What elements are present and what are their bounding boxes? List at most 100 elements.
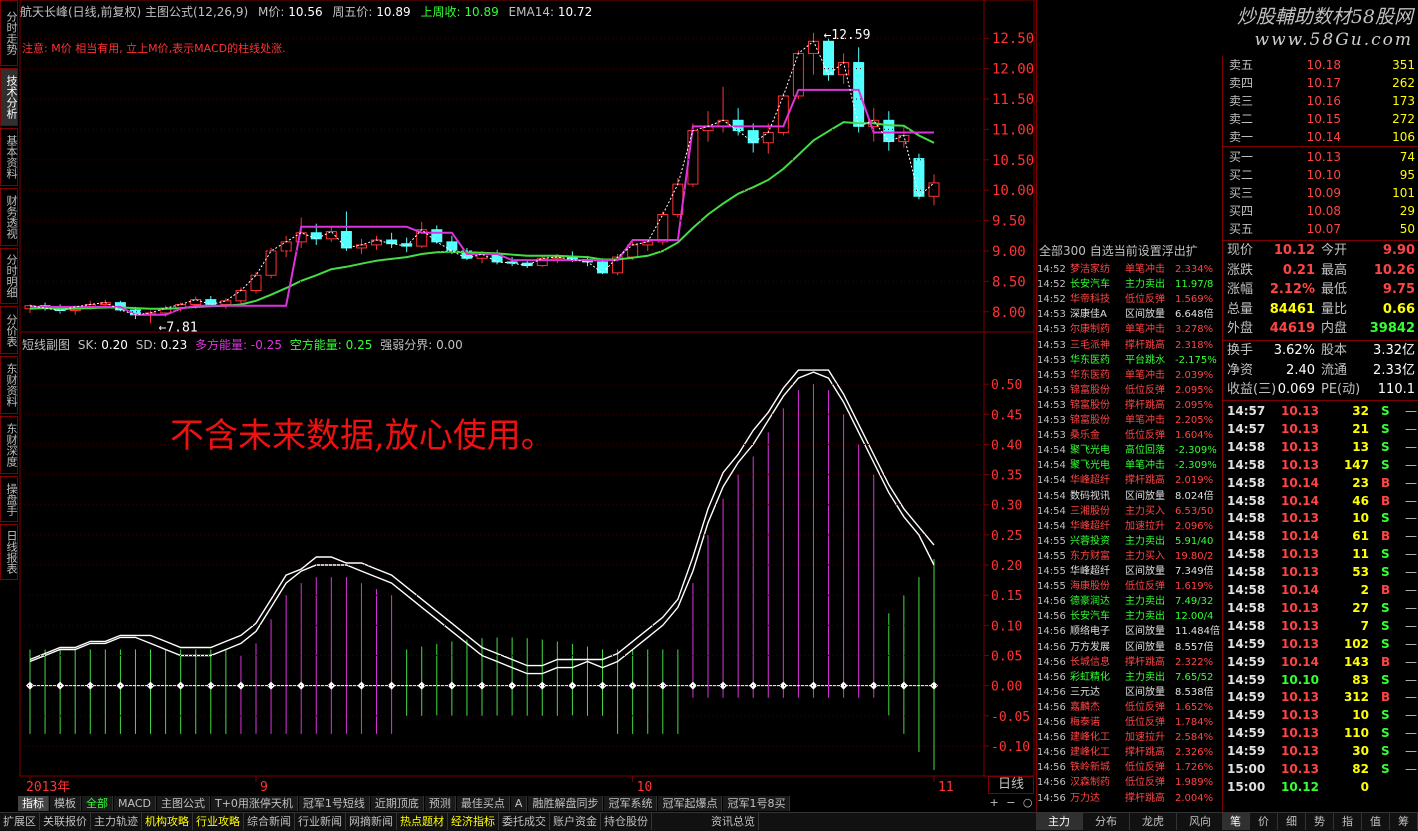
indicator-tab-1[interactable]: 模板 (50, 796, 81, 811)
bottom-tab-1[interactable]: 关联报价 (40, 813, 91, 830)
left-tab-0[interactable]: 分时走势 (0, 0, 18, 66)
bottom-tab-2[interactable]: 主力轨迹 (91, 813, 142, 830)
tick-row[interactable]: 14:58 10.13 7 S — (1223, 617, 1418, 635)
bottom-tab-6[interactable]: 行业新闻 (295, 813, 346, 830)
scanner-tab-3[interactable]: 风向 (1177, 813, 1222, 830)
ask-row[interactable]: 卖二 10.15 272 (1223, 110, 1418, 128)
tick-row[interactable]: 15:00 10.12 0 (1223, 778, 1418, 796)
scanner-row[interactable]: 14:54 三湘股份 主力买入 6.53/50 (1037, 504, 1223, 519)
scanner-row[interactable]: 14:52 梦洁家纺 单笔冲击 2.334% (1037, 262, 1223, 277)
tick-row[interactable]: 15:00 10.13 82 S — (1223, 760, 1418, 778)
scanner-row[interactable]: 14:55 东方财富 主力买入 19.80/2 (1037, 549, 1223, 564)
scanner-row[interactable]: 14:56 万力达 撑杆跳高 2.004% (1037, 791, 1223, 806)
scanner-row[interactable]: 14:53 锦富股份 单笔冲击 2.205% (1037, 413, 1223, 428)
left-tab-6[interactable]: 东财资料 (0, 356, 18, 414)
bid-row[interactable]: 买四 10.08 29 (1223, 202, 1418, 220)
scanner-row[interactable]: 14:56 顺络电子 区间放量 11.484倍 (1037, 624, 1223, 639)
tick-row[interactable]: 14:58 10.13 147 S — (1223, 456, 1418, 474)
zoom-out-icon[interactable]: − (1006, 796, 1015, 809)
bottom-tab-11[interactable]: 账户资金 (550, 813, 601, 830)
tick-row[interactable]: 14:57 10.13 32 S — (1223, 402, 1418, 420)
scanner-row[interactable]: 14:55 海康股份 低位反弹 1.619% (1037, 579, 1223, 594)
indicator-tab-10[interactable]: A (510, 796, 528, 811)
scanner-row[interactable]: 14:56 长城信息 撑杆跳高 2.322% (1037, 655, 1223, 670)
bottom-tab-3[interactable]: 机构攻略 (142, 813, 193, 830)
quote-tab-6[interactable]: 筹 (1390, 813, 1418, 830)
tick-row[interactable]: 14:58 10.13 11 S — (1223, 545, 1418, 563)
bottom-tab-5[interactable]: 综合新闻 (244, 813, 295, 830)
tick-row[interactable]: 14:58 10.14 61 B — (1223, 527, 1418, 545)
scanner-row[interactable]: 14:54 聚飞光电 单笔冲击 -2.309% (1037, 458, 1223, 473)
left-tab-9[interactable]: 日线报表 (0, 524, 18, 580)
zoom-reset-icon[interactable]: ○ (1023, 796, 1033, 809)
tick-row[interactable]: 14:59 10.14 143 B — (1223, 653, 1418, 671)
chart-canvas[interactable]: ←12.59 ←7.81 12.50 12.00 11.50 11.00 10.50 10.… (18, 0, 1036, 796)
indicator-tab-3[interactable]: MACD (114, 796, 156, 811)
indicator-tab-14[interactable]: 冠军1号8买 (723, 796, 791, 811)
indicator-tab-13[interactable]: 冠军起爆点 (658, 796, 723, 811)
tick-row[interactable]: 14:58 10.14 23 B — (1223, 474, 1418, 492)
tick-row[interactable]: 14:58 10.13 13 S — (1223, 438, 1418, 456)
bid-row[interactable]: 买一 10.13 74 (1223, 148, 1418, 166)
scanner-row[interactable]: 14:56 铁岭新城 低位反弹 1.726% (1037, 760, 1223, 775)
bottom-tab-13[interactable]: 资讯总览 (708, 813, 759, 830)
left-tab-8[interactable]: 操盘手 (0, 476, 18, 522)
scanner-row[interactable]: 14:53 桑乐金 低位反弹 1.604% (1037, 428, 1223, 443)
left-tab-2[interactable]: 基本资料 (0, 128, 18, 186)
quote-tab-3[interactable]: 势 (1306, 813, 1334, 830)
indicator-tab-12[interactable]: 冠军系统 (604, 796, 658, 811)
scanner-row[interactable]: 14:56 梅泰诺 低位反弹 1.784% (1037, 715, 1223, 730)
ask-row[interactable]: 卖四 10.17 262 (1223, 74, 1418, 92)
scanner-row[interactable]: 14:54 数码视讯 区间放量 8.024倍 (1037, 489, 1223, 504)
indicator-tab-0[interactable]: 指标 (18, 796, 49, 811)
tick-row[interactable]: 14:58 10.14 46 B — (1223, 492, 1418, 510)
tick-row[interactable]: 14:58 10.13 53 S — (1223, 563, 1418, 581)
tick-row[interactable]: 14:58 10.14 2 B — (1223, 581, 1418, 599)
scanner-row[interactable]: 14:56 万方发展 区间放量 8.557倍 (1037, 640, 1223, 655)
bottom-tab-7[interactable]: 网摘新闻 (346, 813, 397, 830)
scanner-row[interactable]: 14:56 嘉麟杰 低位反弹 1.652% (1037, 700, 1223, 715)
bottom-tab-10[interactable]: 委托成交 (499, 813, 550, 830)
scanner-row[interactable]: 14:52 华帝科技 低位反弹 1.569% (1037, 292, 1223, 307)
left-tab-7[interactable]: 东财深度 (0, 416, 18, 474)
indicator-tab-11[interactable]: 融胜解盘同步 (528, 796, 604, 811)
indicator-tab-7[interactable]: 近期顶底 (370, 796, 424, 811)
left-tab-3[interactable]: 财务透视 (0, 188, 18, 246)
scanner-row[interactable]: 14:53 华东医药 单笔冲击 2.039% (1037, 368, 1223, 383)
bottom-tab-8[interactable]: 热点题材 (397, 813, 448, 830)
indicator-tab-8[interactable]: 预测 (424, 796, 456, 811)
scanner-row[interactable]: 14:55 兴蓉投资 主力卖出 5.91/40 (1037, 534, 1223, 549)
scanner-row[interactable]: 14:56 建峰化工 加速拉升 2.584% (1037, 730, 1223, 745)
tick-row[interactable]: 14:57 10.13 21 S — (1223, 420, 1418, 438)
scanner-row[interactable]: 14:54 华峰超纤 加速拉升 2.096% (1037, 519, 1223, 534)
scanner-row[interactable]: 14:54 华峰超纤 撑杆跳高 2.019% (1037, 473, 1223, 488)
zoom-in-icon[interactable]: + (989, 796, 998, 809)
scanner-row[interactable]: 14:54 聚飞光电 高位回落 -2.309% (1037, 443, 1223, 458)
left-tab-5[interactable]: 分价表 (0, 306, 18, 354)
bottom-tab-12[interactable]: 持仓股份 (601, 813, 652, 830)
scanner-row[interactable]: 14:56 三元达 区间放量 8.538倍 (1037, 685, 1223, 700)
bottom-tab-4[interactable]: 行业攻略 (193, 813, 244, 830)
tick-row[interactable]: 14:59 10.13 312 B — (1223, 688, 1418, 706)
scanner-row[interactable]: 14:53 三毛派神 撑杆跳高 2.318% (1037, 338, 1223, 353)
left-tab-4[interactable]: 分时明细 (0, 248, 18, 304)
scanner-row[interactable]: 14:53 锦富股份 撑杆跳高 2.095% (1037, 398, 1223, 413)
quote-tab-0[interactable]: 笔 (1222, 813, 1250, 830)
tick-row[interactable]: 14:59 10.13 10 S — (1223, 706, 1418, 724)
scanner-row[interactable]: 14:55 华峰超纤 区间放量 7.349倍 (1037, 564, 1223, 579)
ask-row[interactable]: 卖三 10.16 173 (1223, 92, 1418, 110)
scanner-row[interactable]: 14:53 锦富股份 低位反弹 2.095% (1037, 383, 1223, 398)
indicator-tab-9[interactable]: 最佳买点 (456, 796, 510, 811)
tick-row[interactable]: 14:59 10.13 102 S — (1223, 635, 1418, 653)
scanner-tab-2[interactable]: 龙虎 (1130, 813, 1177, 830)
tick-row[interactable]: 14:59 10.13 110 S — (1223, 724, 1418, 742)
bottom-tab-0[interactable]: 扩展区 (0, 813, 40, 830)
scanner-row[interactable]: 14:56 德豪润达 主力卖出 7.49/32 (1037, 594, 1223, 609)
bid-row[interactable]: 买五 10.07 50 (1223, 220, 1418, 238)
scanner-row[interactable]: 14:56 汉森制药 低位反弹 1.989% (1037, 775, 1223, 790)
scanner-row[interactable]: 14:53 尔康制药 单笔冲击 3.278% (1037, 322, 1223, 337)
quote-tab-4[interactable]: 指 (1334, 813, 1362, 830)
tick-row[interactable]: 14:59 10.13 30 S — (1223, 742, 1418, 760)
indicator-tab-4[interactable]: 主图公式 (156, 796, 210, 811)
scanner-row[interactable]: 14:56 长安汽车 主力卖出 12.00/4 (1037, 609, 1223, 624)
